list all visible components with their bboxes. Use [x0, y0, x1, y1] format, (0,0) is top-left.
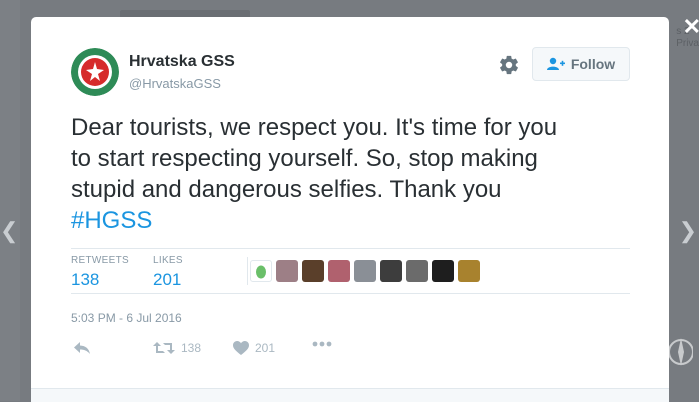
liker-avatar[interactable] — [406, 260, 428, 282]
tweet-timestamp[interactable]: 5:03 PM - 6 Jul 2016 — [71, 311, 182, 325]
tweet-modal: Hrvatska GSS @HrvatskaGSS Follow Dear to… — [31, 17, 669, 402]
previous-tweet-arrow-icon[interactable]: ❮ — [0, 218, 18, 244]
liker-avatar[interactable] — [458, 260, 480, 282]
retweets-stat[interactable]: RETWEETS 138 — [71, 255, 129, 290]
likers-avatars — [250, 260, 484, 282]
add-user-icon — [546, 57, 565, 70]
reply-icon — [74, 342, 90, 354]
liker-avatar[interactable] — [354, 260, 376, 282]
like-count: 201 — [255, 341, 276, 355]
retweets-count: 138 — [71, 270, 100, 289]
reply-area — [31, 388, 669, 402]
hgss-logo-avatar[interactable] — [71, 48, 119, 96]
stats-separator — [247, 257, 248, 285]
like-button[interactable]: 201 — [233, 341, 275, 355]
liker-avatar[interactable] — [250, 260, 272, 282]
liker-avatar[interactable] — [302, 260, 324, 282]
liker-avatar[interactable] — [276, 260, 298, 282]
follow-button[interactable]: Follow — [532, 47, 630, 81]
stats-top-divider — [71, 248, 630, 249]
hashtag-link[interactable]: #HGSS — [71, 205, 631, 236]
likes-count: 201 — [153, 270, 182, 289]
tweet-text-line: stupid and dangerous selfies. Thank you — [71, 176, 502, 203]
close-icon[interactable]: ✕ — [683, 14, 699, 40]
reply-button[interactable] — [73, 341, 97, 355]
tweet-text-line: Dear tourists, we respect you. It's time… — [71, 114, 558, 141]
heart-icon — [233, 341, 249, 355]
more-icon — [312, 341, 332, 347]
next-tweet-arrow-icon[interactable]: ❯ — [679, 218, 697, 244]
retweet-count: 138 — [181, 341, 202, 355]
liker-avatar[interactable] — [380, 260, 402, 282]
likes-stat[interactable]: LIKES 201 — [153, 255, 183, 290]
tweet-text: Dear tourists, we respect you. It's time… — [71, 112, 631, 236]
author-handle[interactable]: @HrvatskaGSS — [129, 76, 221, 91]
background-page — [0, 0, 20, 401]
tweet-text-line: to start respecting yourself. So, stop m… — [71, 145, 538, 172]
more-button[interactable] — [312, 341, 338, 347]
author-name[interactable]: Hrvatska GSS — [129, 53, 235, 71]
retweet-button[interactable]: 138 — [153, 341, 201, 355]
liker-avatar[interactable] — [432, 260, 454, 282]
likes-label: LIKES — [153, 255, 183, 266]
retweet-icon — [153, 342, 175, 354]
follow-label: Follow — [570, 56, 616, 72]
stats-bottom-divider — [71, 293, 630, 294]
retweets-label: RETWEETS — [71, 255, 129, 266]
liker-avatar[interactable] — [328, 260, 350, 282]
gear-icon[interactable] — [498, 54, 520, 76]
